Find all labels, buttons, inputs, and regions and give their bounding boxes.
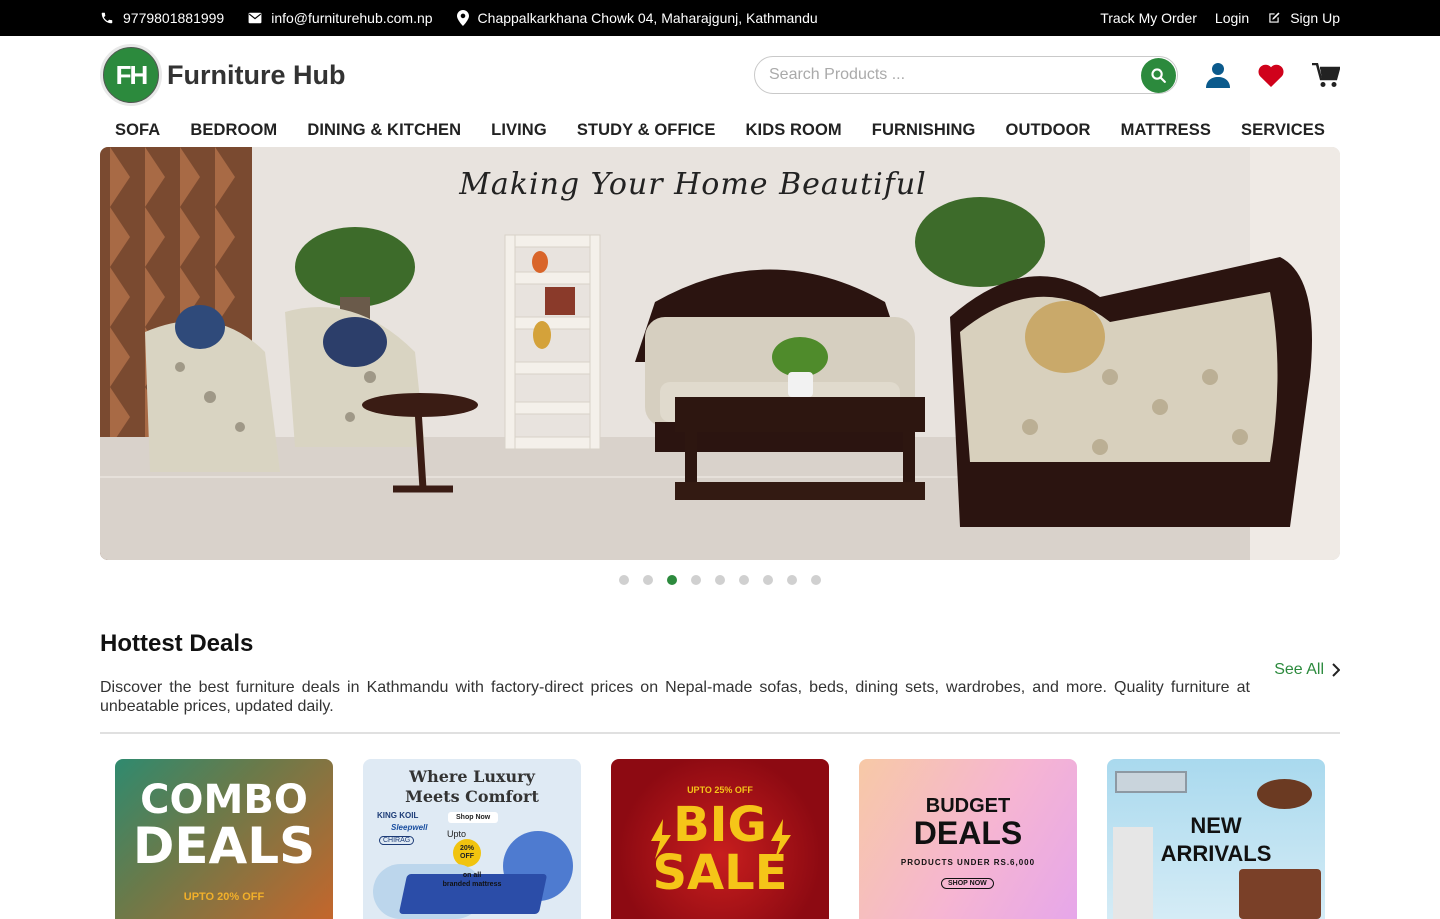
nav-sofa[interactable]: SOFA bbox=[115, 121, 160, 140]
carousel-dot[interactable] bbox=[787, 575, 797, 585]
upto-label: Upto bbox=[447, 829, 467, 839]
logo-mark: FH bbox=[100, 44, 162, 106]
carousel-dot-active[interactable] bbox=[667, 575, 677, 585]
hero-banner[interactable]: Making Your Home Beautiful bbox=[100, 147, 1340, 560]
search-box bbox=[754, 56, 1178, 94]
search-icon bbox=[1151, 67, 1166, 83]
carousel-dots bbox=[0, 575, 1440, 585]
nav-mattress[interactable]: MATTRESS bbox=[1121, 121, 1211, 140]
card-heading-line2: SALE bbox=[652, 845, 788, 901]
header: FH Furniture Hub bbox=[0, 36, 1440, 114]
mattress-shape bbox=[398, 874, 548, 914]
section-description: Discover the best furniture deals in Kat… bbox=[100, 679, 1250, 715]
deal-cards: COMBO DEALS UPTO 20% OFF Where Luxury Me… bbox=[115, 759, 1355, 919]
wishlist-button[interactable] bbox=[1258, 64, 1284, 87]
carousel-dot[interactable] bbox=[691, 575, 701, 585]
site-logo[interactable]: FH Furniture Hub bbox=[100, 44, 345, 106]
address-contact: Chappalkarkhana Chowk 04, Maharajgunj, K… bbox=[456, 10, 818, 26]
nav-dining-kitchen[interactable]: DINING & KITCHEN bbox=[307, 121, 461, 140]
card-heading-line1: Where Luxury bbox=[409, 767, 535, 786]
nav-services[interactable]: SERVICES bbox=[1241, 121, 1325, 140]
see-all-label: See All bbox=[1274, 661, 1324, 678]
search-input[interactable] bbox=[769, 66, 1109, 84]
shop-now-pill: Shop Now bbox=[448, 812, 499, 823]
phone-contact[interactable]: 9779801881999 bbox=[100, 10, 224, 26]
deal-card-budget[interactable]: BUDGET DEALS PRODUCTS UNDER RS.6,000 SHO… bbox=[859, 759, 1077, 919]
nav-bedroom[interactable]: BEDROOM bbox=[190, 121, 277, 140]
carousel-dot[interactable] bbox=[619, 575, 629, 585]
dining-table-shape bbox=[1257, 779, 1312, 809]
login-link[interactable]: Login bbox=[1215, 10, 1249, 26]
logo-name: Furniture Hub bbox=[167, 59, 346, 90]
edit-icon bbox=[1269, 12, 1280, 23]
tv-unit-shape bbox=[1115, 771, 1187, 793]
see-all-link[interactable]: See All bbox=[1274, 661, 1340, 679]
carousel-dot[interactable] bbox=[763, 575, 773, 585]
card-heading-line2: Meets Comfort bbox=[405, 787, 539, 806]
hottest-deals-section: Hottest Deals Discover the best furnitur… bbox=[100, 630, 1340, 716]
card-foot-line1: on all bbox=[462, 872, 482, 879]
nav-kids-room[interactable]: KIDS ROOM bbox=[746, 121, 842, 140]
nav-living[interactable]: LIVING bbox=[491, 121, 547, 140]
section-title: Hottest Deals bbox=[100, 630, 254, 657]
card-subtext: PRODUCTS UNDER RS.6,000 bbox=[900, 858, 1036, 867]
card-heading-line2: ARRIVALS bbox=[1160, 841, 1272, 866]
lightning-icon bbox=[771, 819, 791, 859]
map-pin-icon bbox=[456, 10, 469, 26]
track-order-link[interactable]: Track My Order bbox=[1100, 10, 1197, 26]
discount-percent: 20% bbox=[459, 845, 474, 852]
cart-button[interactable] bbox=[1312, 62, 1340, 88]
living-room-illustration bbox=[100, 147, 1340, 560]
sale-badge: UPTO 25% OFF bbox=[687, 785, 753, 795]
carousel-dot[interactable] bbox=[811, 575, 821, 585]
top-bar: 9779801881999 info@furniturehub.com.np C… bbox=[0, 0, 1440, 36]
carousel-dot[interactable] bbox=[715, 575, 725, 585]
deal-card-combo[interactable]: COMBO DEALS UPTO 20% OFF bbox=[115, 759, 333, 919]
heart-icon bbox=[1258, 64, 1284, 87]
phone-number: 9779801881999 bbox=[123, 10, 225, 26]
brand-sleepwell: Sleepwell bbox=[391, 823, 428, 832]
nav-outdoor[interactable]: OUTDOOR bbox=[1006, 121, 1091, 140]
cart-icon bbox=[1312, 62, 1340, 87]
card-heading-line2: DEALS bbox=[913, 815, 1023, 851]
bed-shape bbox=[1239, 869, 1321, 919]
address-text: Chappalkarkhana Chowk 04, Maharajgunj, K… bbox=[477, 10, 818, 26]
lightning-icon bbox=[651, 819, 671, 859]
envelope-icon bbox=[248, 12, 262, 24]
search-button[interactable] bbox=[1141, 57, 1176, 93]
signup-link[interactable]: Sign Up bbox=[1267, 10, 1340, 26]
chevron-right-icon bbox=[1332, 663, 1340, 677]
carousel-dot[interactable] bbox=[739, 575, 749, 585]
email-contact[interactable]: info@furniturehub.com.np bbox=[248, 10, 433, 26]
card-subtext: UPTO 20% OFF bbox=[183, 891, 265, 903]
deal-card-mattress[interactable]: Where Luxury Meets Comfort KING KOIL Sle… bbox=[363, 759, 581, 919]
hero-tagline: Making Your Home Beautiful bbox=[459, 167, 927, 202]
signup-label: Sign Up bbox=[1290, 10, 1340, 26]
card-foot-line2: branded mattress bbox=[442, 881, 502, 888]
section-divider bbox=[100, 732, 1340, 734]
carousel-dot[interactable] bbox=[643, 575, 653, 585]
discount-off: OFF bbox=[460, 853, 474, 860]
deal-card-big-sale[interactable]: UPTO 25% OFF BIG SALE bbox=[611, 759, 829, 919]
discount-badge: 20% OFF bbox=[453, 839, 481, 867]
shop-now-pill: SHOP NOW bbox=[941, 878, 994, 889]
brand-king-koil: KING KOIL bbox=[377, 811, 419, 820]
brand-chirag: CHIRAG bbox=[379, 836, 415, 845]
nav-study-office[interactable]: STUDY & OFFICE bbox=[577, 121, 716, 140]
user-icon bbox=[1206, 63, 1230, 88]
deal-card-new-arrivals[interactable]: NEW ARRIVALS bbox=[1107, 759, 1325, 919]
phone-icon bbox=[101, 12, 113, 24]
card-heading-line1: NEW bbox=[1190, 813, 1242, 838]
account-button[interactable] bbox=[1206, 62, 1230, 88]
email-address: info@furniturehub.com.np bbox=[271, 10, 433, 26]
card-heading-line2: DEALS bbox=[132, 817, 316, 875]
category-nav: SOFA BEDROOM DINING & KITCHEN LIVING STU… bbox=[0, 114, 1440, 147]
nav-furnishing[interactable]: FURNISHING bbox=[872, 121, 976, 140]
